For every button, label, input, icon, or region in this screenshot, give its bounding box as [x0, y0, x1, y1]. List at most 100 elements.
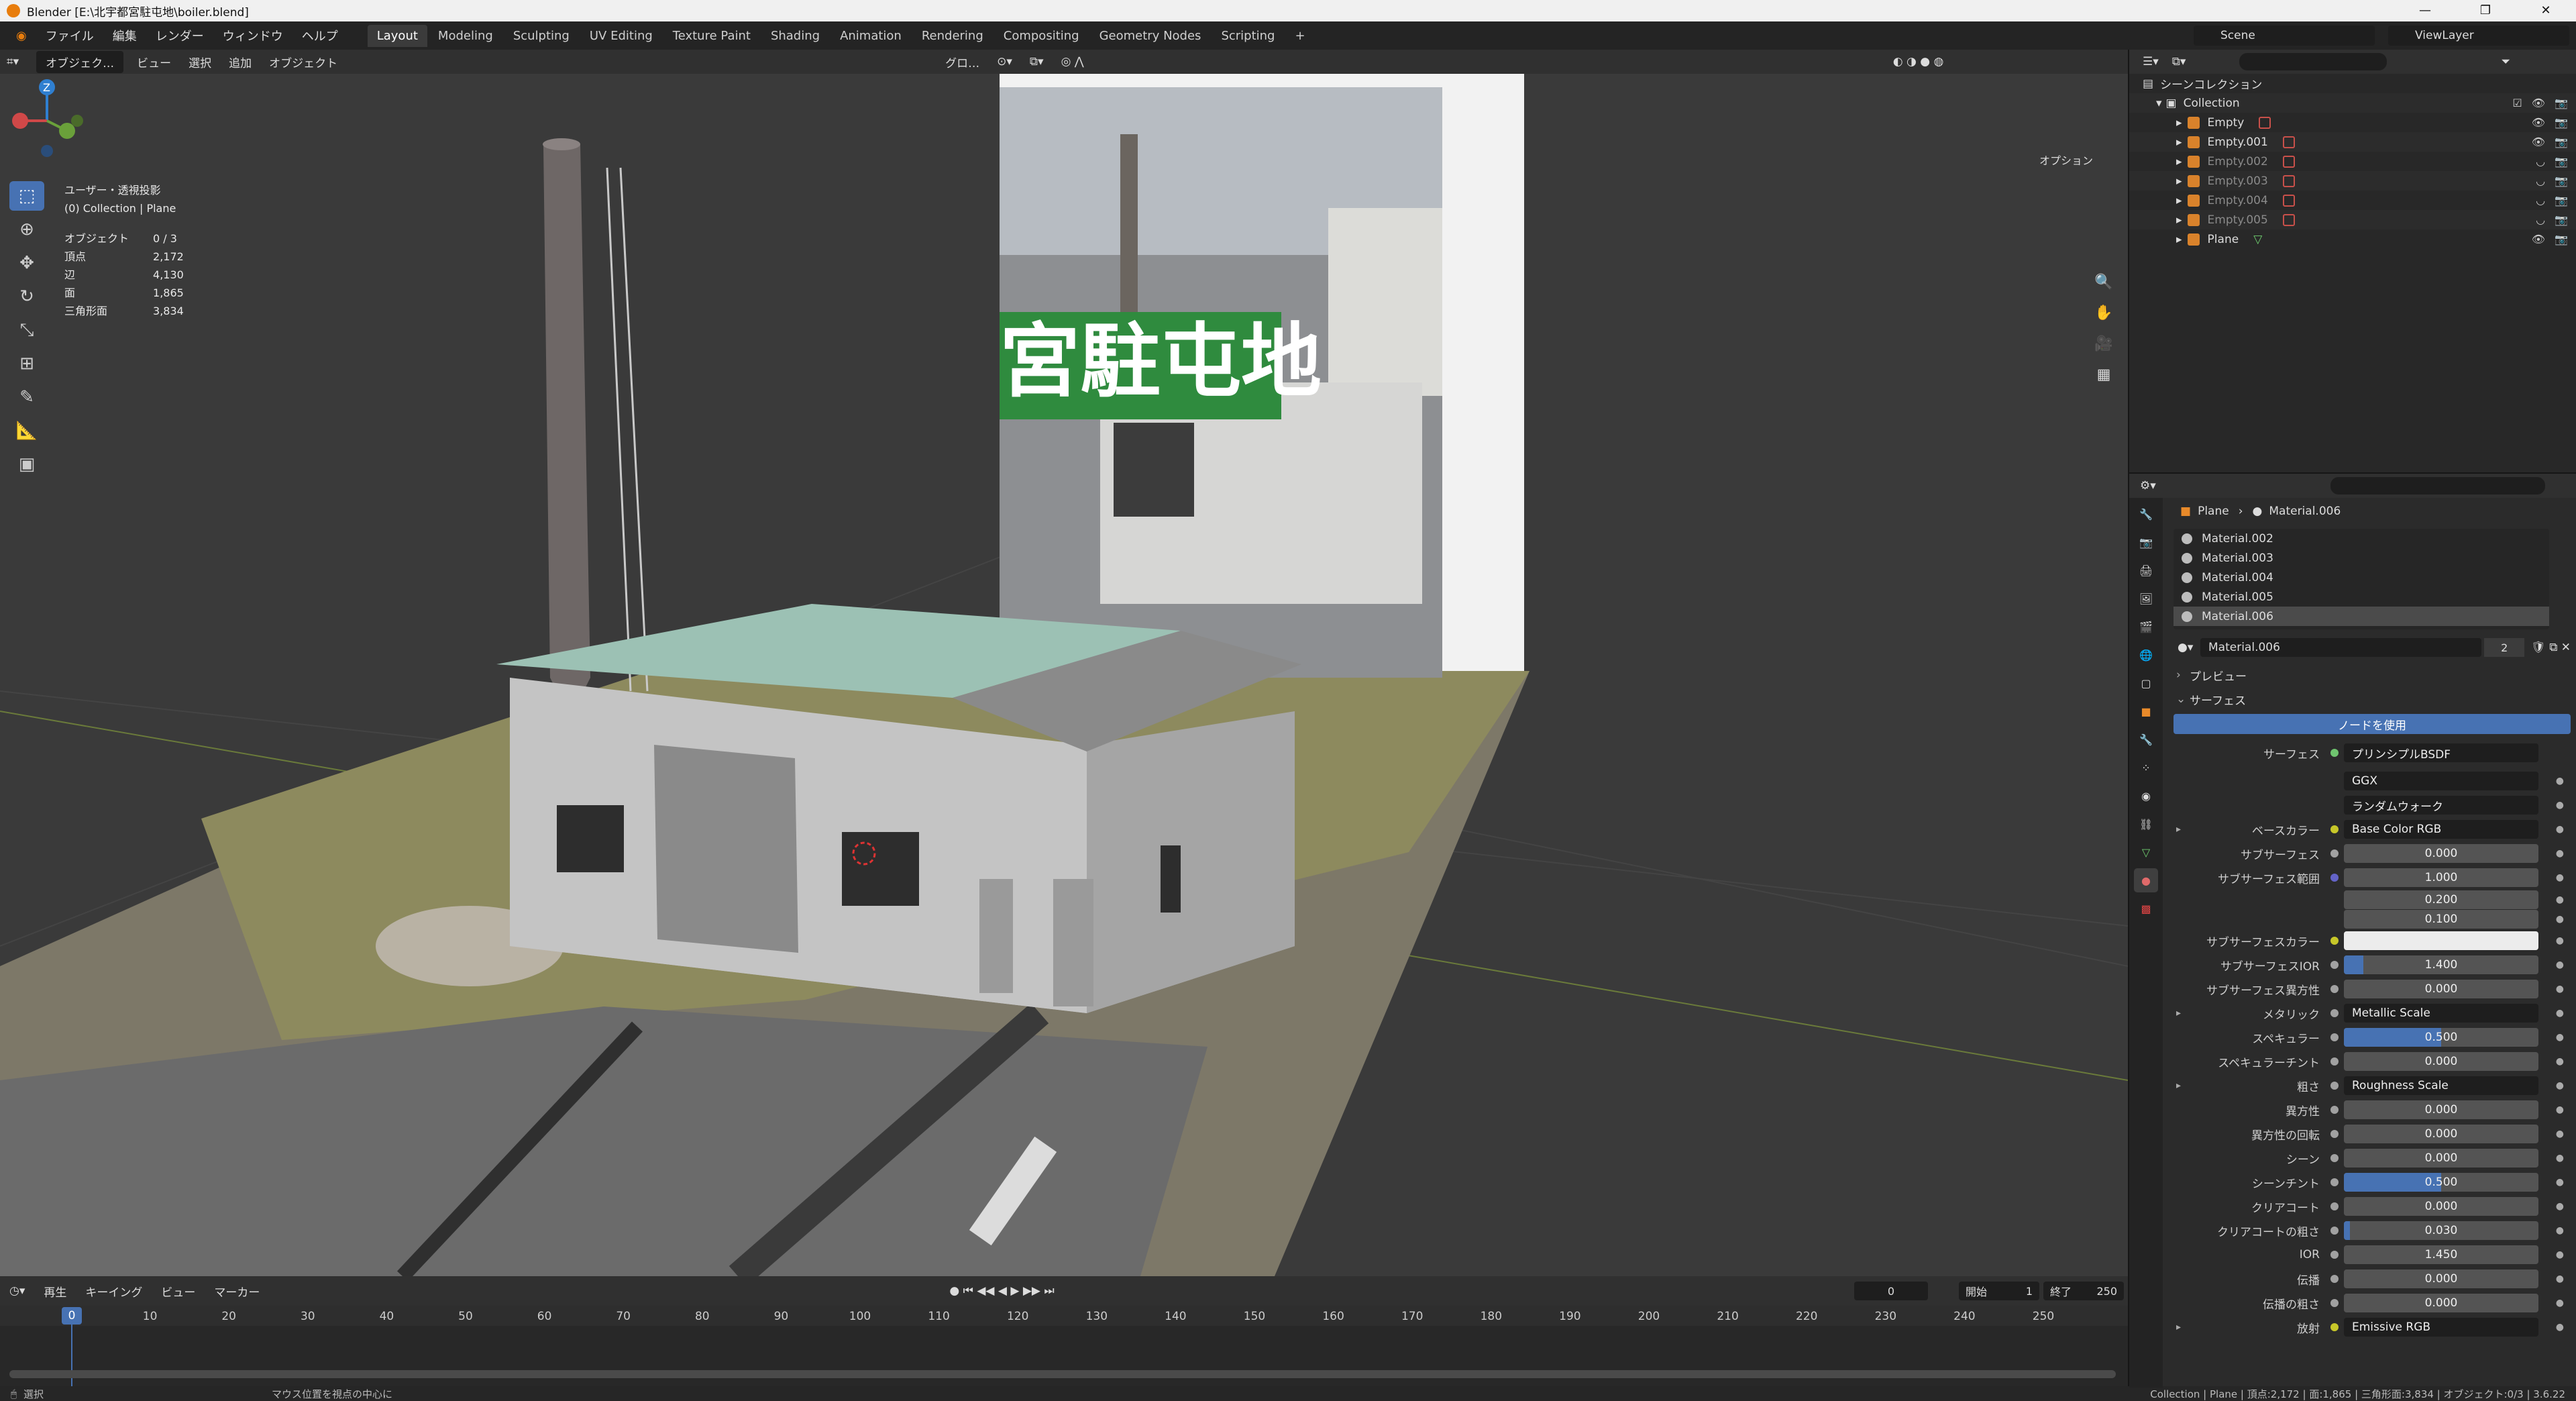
material-slot[interactable]: Material.002 — [2174, 529, 2549, 548]
constraints-tab-icon[interactable]: ⛓ — [2134, 812, 2158, 836]
minimize-button[interactable]: — — [2395, 0, 2455, 21]
input-socket-icon[interactable] — [2330, 849, 2339, 858]
tab-rendering[interactable]: Rendering — [912, 25, 993, 47]
keyframe-dot-icon[interactable]: ● — [2556, 1201, 2564, 1212]
menu-marker[interactable]: マーカー — [214, 1283, 260, 1300]
input-socket-icon[interactable] — [2330, 961, 2339, 969]
proportional-edit-icon[interactable]: ◎ ⋀ — [1061, 55, 1084, 68]
menu-view[interactable]: ビュー — [137, 54, 171, 70]
hidden-eye-icon[interactable]: ◡ — [2536, 155, 2545, 168]
menu-edit[interactable]: 編集 — [103, 27, 146, 44]
linked-input-field[interactable]: Roughness Scale — [2344, 1076, 2538, 1095]
collapse-arrow-icon[interactable]: ▾ — [2156, 97, 2162, 110]
surface-shader-selector[interactable]: プリンシプルBSDF — [2344, 743, 2538, 762]
input-socket-icon[interactable] — [2330, 985, 2339, 993]
use-nodes-button[interactable]: ノードを使用 — [2174, 714, 2571, 734]
timeline-area[interactable]: 10 20 30 40 50 60 70 80 90 100 110 120 130 140 150 160 1… — [0, 1306, 2128, 1386]
scene-tab-icon[interactable]: 🎬 — [2134, 615, 2158, 639]
input-socket-icon[interactable] — [2330, 1057, 2339, 1066]
add-workspace-button[interactable]: + — [1285, 25, 1314, 47]
tab-sculpting[interactable]: Sculpting — [504, 25, 579, 47]
world-tab-icon[interactable]: 🌐 — [2134, 643, 2158, 667]
expand-arrow-icon[interactable]: ▸ — [2176, 174, 2182, 188]
transform-orientation[interactable]: グロ… — [945, 54, 979, 70]
color-swatch[interactable] — [2344, 931, 2538, 950]
shading-solid-icon[interactable]: ◐ ◑ ● ◍ — [1893, 55, 1944, 68]
menu-playback[interactable]: 再生 — [44, 1283, 66, 1300]
menu-select[interactable]: 選択 — [189, 54, 211, 70]
number-slider[interactable]: 0.000 — [2344, 1294, 2538, 1312]
annotate-tool-icon[interactable]: ✎ — [9, 382, 44, 412]
keyframe-dot-icon[interactable]: ● — [2556, 824, 2564, 835]
expand-arrow-icon[interactable]: ▸ — [2176, 136, 2182, 149]
material-browse-icon[interactable]: ●▾ — [2178, 641, 2193, 654]
collection-tab-icon[interactable]: ▢ — [2134, 671, 2158, 695]
keyframe-dot-icon[interactable]: ● — [2556, 984, 2564, 994]
scale-tool-icon[interactable]: ⤡ — [9, 315, 44, 345]
output-tab-icon[interactable]: 🖨 — [2134, 558, 2158, 582]
number-slider[interactable]: 0.000 — [2344, 1125, 2538, 1143]
input-socket-icon[interactable] — [2330, 825, 2339, 833]
outliner-item-empty-001[interactable]: ▸ Empty.001 👁 📷 — [2129, 132, 2576, 152]
view-layer-tab-icon[interactable]: 🖼 — [2134, 586, 2158, 611]
menu-render[interactable]: レンダー — [146, 27, 213, 44]
add-cube-tool-icon[interactable]: ▣ — [9, 450, 44, 479]
tab-animation[interactable]: Animation — [830, 25, 911, 47]
outliner-item-empty[interactable]: ▸ Empty 👁 📷 — [2129, 113, 2576, 132]
move-tool-icon[interactable]: ✥ — [9, 248, 44, 278]
tab-layout[interactable]: Layout — [367, 24, 427, 47]
keyframe-dot-icon[interactable]: ● — [2556, 1056, 2564, 1067]
scene-selector[interactable]: Scene — [2194, 25, 2375, 46]
number-slider[interactable]: 0.100 — [2344, 909, 2538, 929]
3d-viewport[interactable]: 宮駐屯地 ユーザー・透視投影 (0) Collection | Plane オブ… — [0, 74, 2128, 1276]
modifier-tab-icon[interactable]: 🔧 — [2134, 727, 2158, 751]
hidden-eye-icon[interactable]: ◡ — [2536, 174, 2545, 187]
navigation-gizmo[interactable]: Z — [0, 74, 94, 168]
expand-arrow-icon[interactable]: ▸ — [2176, 155, 2182, 168]
tab-texture-paint[interactable]: Texture Paint — [663, 25, 760, 47]
outliner-item-empty-004[interactable]: ▸ Empty.004 ◡ 📷 — [2129, 191, 2576, 210]
render-camera-icon[interactable]: 📷 — [2555, 174, 2568, 187]
input-socket-icon[interactable] — [2330, 915, 2339, 923]
viewport-options-button[interactable]: オプション — [2039, 152, 2093, 168]
keyframe-dot-icon[interactable]: ● — [2556, 872, 2564, 883]
keyframe-dot-icon[interactable]: ● — [2556, 959, 2564, 970]
linked-input-field[interactable]: Metallic Scale — [2344, 1004, 2538, 1023]
physics-tab-icon[interactable]: ◉ — [2134, 784, 2158, 808]
input-socket-icon[interactable] — [2330, 1275, 2339, 1283]
input-socket-icon[interactable] — [2330, 896, 2339, 904]
menu-help[interactable]: ヘルプ — [292, 27, 347, 44]
current-frame-field[interactable]: 0 — [1854, 1282, 1928, 1300]
menu-timeline-view[interactable]: ビュー — [161, 1283, 195, 1300]
keyframe-dot-icon[interactable]: ● — [2556, 1153, 2564, 1163]
input-socket-icon[interactable] — [2330, 1251, 2339, 1259]
render-camera-icon[interactable]: 📷 — [2555, 233, 2568, 246]
input-socket-icon[interactable] — [2330, 1227, 2339, 1235]
texture-tab-icon[interactable]: ▩ — [2134, 896, 2158, 921]
number-slider[interactable]: 0.000 — [2344, 1100, 2538, 1119]
blender-menu-icon[interactable]: ◉ — [7, 29, 36, 43]
camera-view-icon[interactable]: 🎥 — [2090, 330, 2117, 357]
keyframe-dot-icon[interactable]: ● — [2556, 1008, 2564, 1019]
timeline-editor-icon[interactable]: ◷▾ — [9, 1284, 25, 1298]
number-slider[interactable]: 0.000 — [2344, 1197, 2538, 1216]
input-socket-icon[interactable] — [2330, 937, 2339, 945]
mode-selector[interactable]: オブジェク… — [36, 50, 124, 73]
keyframe-dot-icon[interactable]: ● — [2556, 776, 2564, 786]
number-slider[interactable]: 1.000 — [2344, 868, 2538, 887]
outliner-item-empty-005[interactable]: ▸ Empty.005 ◡ 📷 — [2129, 210, 2576, 229]
playback-controls[interactable]: ● ⏮ ◀◀ ◀ ▶ ▶▶ ⏭ — [949, 1284, 1054, 1298]
playhead-frame[interactable]: 0 — [62, 1307, 82, 1325]
keyframe-dot-icon[interactable]: ● — [2556, 1080, 2564, 1091]
render-tab-icon[interactable]: 📷 — [2134, 530, 2158, 554]
collection-row[interactable]: ▾ ▣ Collection ☑ 👁 📷 — [2129, 93, 2576, 113]
render-camera-icon[interactable]: 📷 — [2555, 155, 2568, 168]
keyframe-dot-icon[interactable]: ● — [2556, 848, 2564, 859]
material-users-count[interactable]: 2 — [2484, 638, 2525, 657]
linked-input-field[interactable]: Base Color RGB — [2344, 820, 2538, 839]
view-layer-selector[interactable]: ViewLayer — [2388, 25, 2569, 46]
material-slot[interactable]: Material.003 — [2174, 548, 2549, 568]
material-tab-icon[interactable]: ● — [2134, 868, 2158, 892]
visibility-eye-icon[interactable]: 👁 — [2532, 97, 2545, 109]
fake-user-icon[interactable]: 🛡 ⧉ ✕ — [2531, 641, 2571, 654]
